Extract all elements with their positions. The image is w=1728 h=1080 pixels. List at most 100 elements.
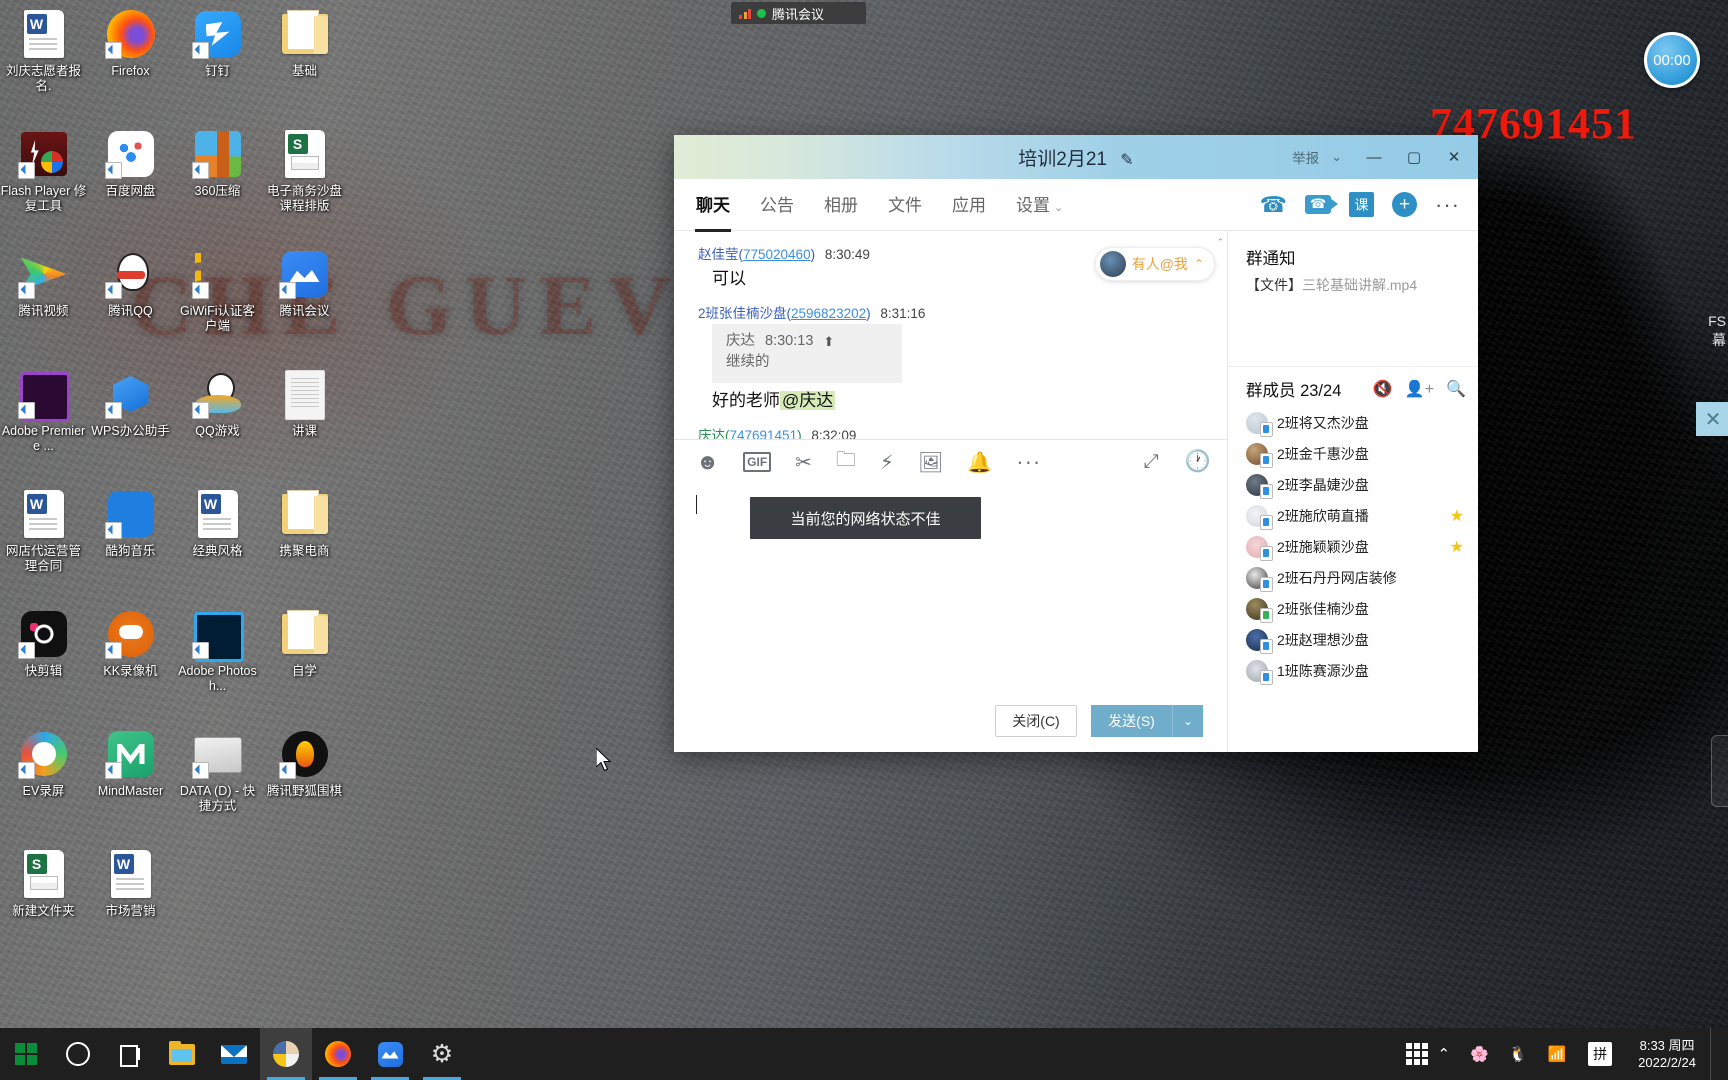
desktop-icon[interactable]: 基础 (261, 4, 348, 116)
file-explorer-button[interactable] (156, 1028, 208, 1080)
tab-announcement[interactable]: 公告 (760, 191, 794, 219)
gif-icon[interactable]: GIF (743, 452, 772, 472)
desktop-icon[interactable]: Adobe Photosh... (174, 604, 261, 716)
search-button[interactable] (52, 1028, 104, 1080)
message-sender[interactable]: 赵佳莹 (698, 247, 739, 262)
desktop-icon[interactable]: 腾讯野狐围棋 (261, 724, 348, 836)
bell-icon[interactable]: 🔔 (967, 449, 992, 475)
mute-icon[interactable]: 🔇 (1373, 379, 1393, 399)
desktop-icon[interactable]: GiWiFi认证客户端 (174, 244, 261, 356)
message-uin[interactable]: 775020460 (743, 247, 811, 262)
scissors-icon[interactable]: ✂ (795, 449, 812, 475)
clock[interactable]: 8:33 周四 2022/2/24 (1624, 1037, 1710, 1071)
member-list-item[interactable]: 2班石丹丹网店装修 (1246, 562, 1478, 593)
desktop-icon[interactable]: QQ游戏 (174, 364, 261, 476)
desktop-icon[interactable]: 电子商务沙盘课程排版 (261, 124, 348, 236)
tab-files[interactable]: 文件 (888, 191, 922, 219)
tab-album[interactable]: 相册 (824, 191, 858, 219)
member-list-item[interactable]: 2班将又杰沙盘 (1246, 407, 1478, 438)
desktop-icon[interactable]: 酷狗音乐 (87, 484, 174, 596)
member-list-item[interactable]: 2班张佳楠沙盘 (1246, 593, 1478, 624)
jump-up-icon[interactable]: ⬆ (823, 332, 834, 352)
meeting-timer-bubble[interactable]: 00:00 (1644, 32, 1700, 88)
scroll-up-icon[interactable]: ⌃ (1216, 237, 1225, 248)
message-list[interactable]: 赵佳莹(775020460) 8:30:49 可以 2班张佳楠沙盘(259682… (674, 231, 1227, 439)
mail-button[interactable] (208, 1028, 260, 1080)
search-icon[interactable]: 🔍 (1446, 379, 1466, 399)
desktop-icon[interactable]: 百度网盘 (87, 124, 174, 236)
more-icon[interactable]: ··· (1435, 192, 1460, 218)
qq-taskbar-button[interactable] (260, 1028, 312, 1080)
desktop-icon[interactable]: 经典风格 (174, 484, 261, 596)
history-icon[interactable]: 🕐 (1185, 449, 1211, 475)
tab-chat[interactable]: 聊天 (695, 191, 731, 232)
desktop-icon[interactable]: 快剪辑 (0, 604, 87, 716)
member-list-item[interactable]: 2班施欣萌直播 ★ (1246, 500, 1478, 531)
desktop-icon[interactable]: 自学 (261, 604, 348, 716)
grid-icon[interactable] (1405, 1043, 1428, 1065)
desktop-icon[interactable]: Flash Player 修复工具 (0, 124, 87, 236)
tencent-meeting-floating-bar[interactable]: 腾讯会议 (731, 2, 866, 24)
expand-icon[interactable]: ⤢ (1144, 449, 1159, 475)
desktop-icon[interactable]: EV录屏 (0, 724, 87, 836)
group-member-list[interactable]: 2班将又杰沙盘 2班金千惠沙盘 2班李晶婕沙盘 2班施欣萌直播 ★ 2班施颖颖沙盘 ★ 2班石… (1228, 407, 1478, 752)
message-uin[interactable]: 747691451 (730, 428, 798, 439)
member-list-item[interactable]: 2班赵理想沙盘 (1246, 624, 1478, 655)
desktop-icon[interactable]: 腾讯会议 (261, 244, 348, 356)
add-icon[interactable]: + (1392, 192, 1418, 217)
member-list-item[interactable]: 2班金千惠沙盘 (1246, 438, 1478, 469)
firefox-taskbar-button[interactable] (312, 1028, 364, 1080)
send-options-chevron-icon[interactable]: ⌄ (1173, 705, 1203, 737)
chevron-up-icon[interactable]: ⌃ (1428, 1028, 1461, 1080)
desktop-icon[interactable]: 网店代运营管理合同 (0, 484, 87, 596)
member-list-item[interactable]: 1班陈赛源沙盘 (1246, 655, 1478, 686)
message-sender[interactable]: 庆达 (698, 428, 725, 439)
phone-icon[interactable]: ☎ (1260, 192, 1287, 218)
message-sender[interactable]: 2班张佳楠沙盘 (698, 306, 787, 321)
tab-settings[interactable]: 设置 ⌄ (1016, 191, 1063, 219)
show-desktop-button[interactable] (1710, 1028, 1720, 1080)
message-scrollbar[interactable]: ⌃ (1216, 237, 1225, 433)
settings-taskbar-button[interactable]: ⚙ (416, 1028, 468, 1080)
desktop-icon[interactable]: 市场营销 (87, 844, 174, 956)
member-list-item[interactable]: 2班施颖颖沙盘 ★ (1246, 531, 1478, 562)
desktop-icon[interactable]: 刘庆志愿者报名. (0, 4, 87, 116)
desktop-icon[interactable]: 新建文件夹 (0, 844, 87, 956)
folder-icon[interactable]: 🗀 (836, 449, 856, 475)
tab-apps[interactable]: 应用 (952, 191, 986, 219)
wifi-icon[interactable]: 📶 (1537, 1028, 1576, 1080)
close-chat-button[interactable]: 关闭(C) (995, 705, 1077, 737)
edit-title-icon[interactable]: ✎ (1120, 152, 1133, 169)
qq-penguin-icon[interactable]: 🐧 (1499, 1028, 1538, 1080)
shake-icon[interactable]: ⚡ (880, 449, 894, 475)
desktop-icon[interactable]: 360压缩 (174, 124, 261, 236)
send-button[interactable]: 发送(S) (1091, 705, 1173, 737)
start-button[interactable] (0, 1028, 52, 1080)
add-member-icon[interactable]: 👤+ (1405, 379, 1434, 399)
emoji-icon[interactable]: ☻ (696, 449, 719, 475)
desktop-icon[interactable]: KK录像机 (87, 604, 174, 716)
group-notice-block[interactable]: 群通知 【文件】三轮基础讲解.mp4 (1228, 231, 1478, 367)
at-me-notification-chip[interactable]: 有人@我 ⌃ (1094, 247, 1215, 281)
desktop-icon[interactable]: 携聚电商 (261, 484, 348, 596)
member-list-item[interactable]: 2班李晶婕沙盘 (1246, 469, 1478, 500)
at-mention[interactable]: @庆达 (780, 391, 836, 411)
video-call-icon[interactable] (1305, 195, 1339, 214)
desktop-icon[interactable]: 讲课 (261, 364, 348, 476)
desktop-icon[interactable]: MindMaster (87, 724, 174, 836)
class-icon[interactable]: 课 (1349, 192, 1375, 217)
more-icon[interactable]: ··· (1016, 449, 1041, 475)
image-icon[interactable]: 🖼 (918, 449, 943, 475)
desktop-icon[interactable]: Firefox (87, 4, 174, 116)
ime-indicator[interactable]: 拼 (1588, 1042, 1613, 1066)
tencent-meeting-taskbar-button[interactable] (364, 1028, 416, 1080)
desktop-icon[interactable]: 钉钉 (174, 4, 261, 116)
task-view-button[interactable] (104, 1028, 156, 1080)
desktop-icon[interactable]: Adobe Premiere ... (0, 364, 87, 476)
flower-icon[interactable]: 🌸 (1460, 1028, 1499, 1080)
message-uin[interactable]: 2596823202 (791, 306, 866, 321)
close-overlay-icon[interactable]: ✕ (1696, 402, 1728, 436)
desktop-icon[interactable]: DATA (D) - 快捷方式 (174, 724, 261, 836)
desktop-icon[interactable]: 腾讯视频 (0, 244, 87, 356)
desktop-icon[interactable]: WPS办公助手 (87, 364, 174, 476)
